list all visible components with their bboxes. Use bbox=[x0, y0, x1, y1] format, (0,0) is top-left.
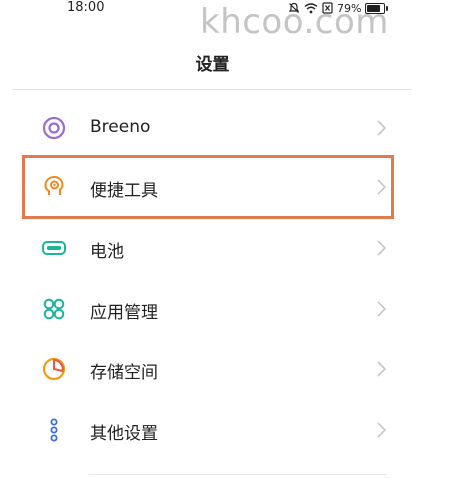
settings-item-other-settings[interactable]: 其他设置 bbox=[12, 402, 412, 458]
highlight-box bbox=[22, 155, 394, 219]
settings-item-label: Breeno bbox=[90, 117, 151, 137]
settings-item-label: 电池 bbox=[90, 242, 124, 262]
settings-item-storage[interactable]: 存储空间 bbox=[12, 341, 412, 397]
chevron-right-icon bbox=[377, 240, 387, 256]
app-management-icon bbox=[43, 298, 65, 320]
chevron-right-icon bbox=[377, 422, 387, 438]
page-title: 设置 bbox=[195, 55, 230, 75]
status-time: 18:00 bbox=[67, 0, 105, 15]
settings-item-label: 其他设置 bbox=[90, 424, 158, 444]
bottom-divider bbox=[89, 474, 387, 475]
breeno-icon bbox=[42, 116, 66, 140]
chevron-right-icon bbox=[377, 120, 387, 136]
storage-icon bbox=[42, 357, 66, 381]
other-settings-icon bbox=[50, 418, 58, 442]
settings-item-battery[interactable]: 电池 bbox=[12, 220, 412, 276]
settings-item-label: 应用管理 bbox=[90, 303, 158, 323]
chevron-right-icon bbox=[377, 301, 387, 317]
watermark: khcoo.com bbox=[200, 2, 389, 42]
settings-item-app-management[interactable]: 应用管理 bbox=[12, 281, 412, 337]
chevron-right-icon bbox=[377, 361, 387, 377]
settings-item-breeno[interactable]: Breeno bbox=[12, 100, 412, 156]
settings-item-label: 存储空间 bbox=[90, 363, 158, 383]
top-divider bbox=[12, 89, 412, 90]
battery-icon bbox=[42, 241, 66, 255]
